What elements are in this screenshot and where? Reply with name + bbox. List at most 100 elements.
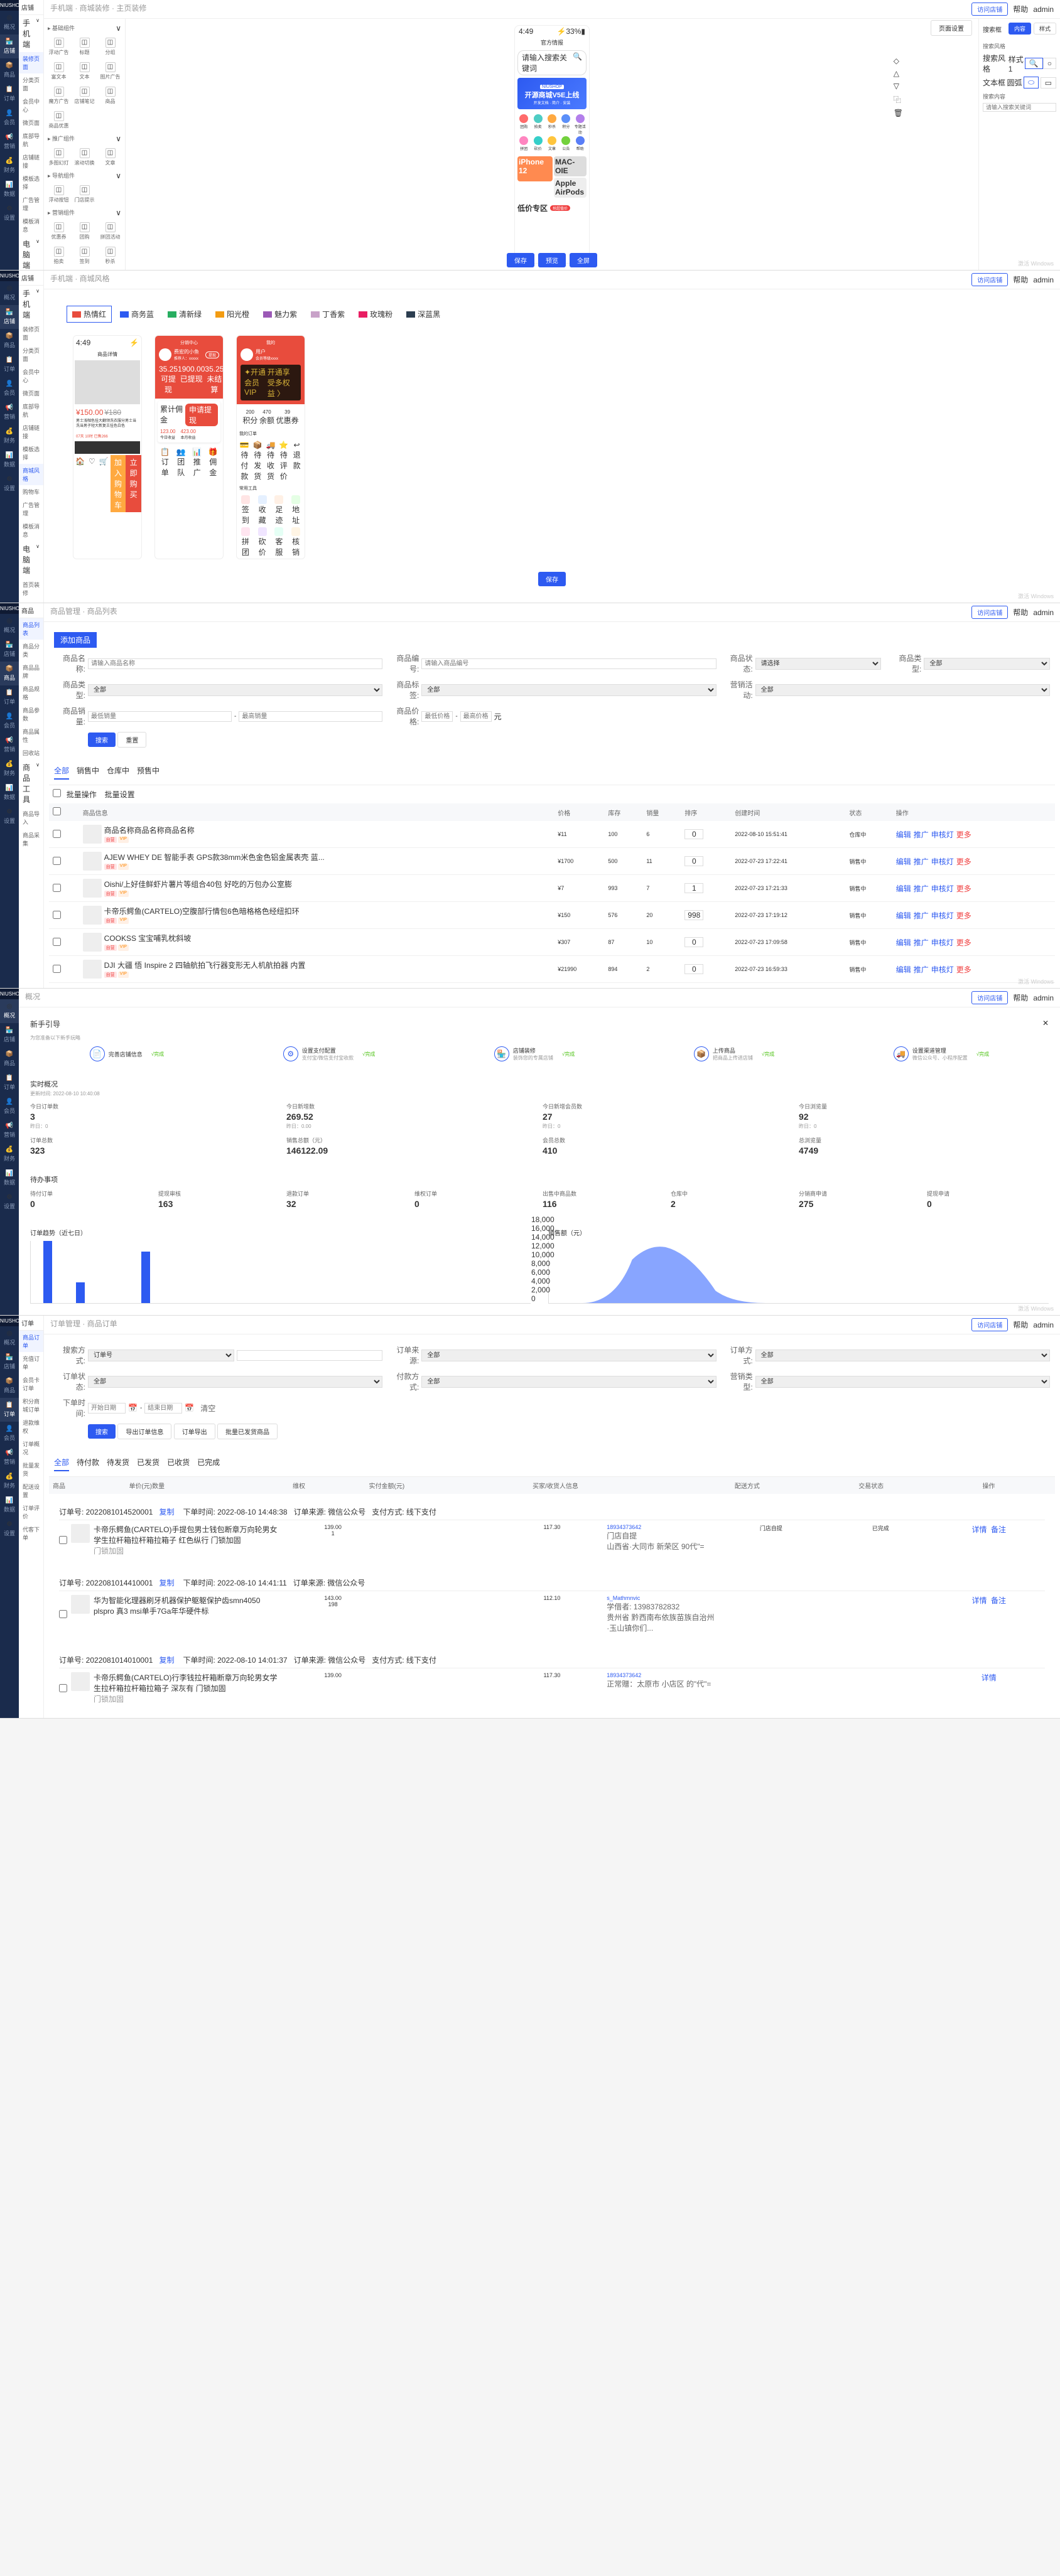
sidebar-item-7[interactable]: 📊数据 xyxy=(0,178,19,201)
guide-step[interactable]: 🚚设置渠道管理微信公众号、小程序配置√完成 xyxy=(894,1046,989,1061)
phone-search[interactable]: 请输入搜索关键词🔍 xyxy=(517,50,587,75)
nav-icon[interactable]: 拍卖 xyxy=(531,114,544,135)
order-action[interactable]: 详情 xyxy=(971,1596,987,1605)
sidebar-item-4[interactable]: 👤会员 xyxy=(0,377,19,400)
todo-item[interactable]: 分销商申请275 xyxy=(799,1189,921,1210)
action-更多[interactable]: 更多 xyxy=(956,911,971,920)
component-item[interactable]: ◫门店提示 xyxy=(72,183,97,206)
todo-item[interactable]: 提现审核163 xyxy=(158,1189,280,1210)
table-tab[interactable]: 预售中 xyxy=(137,763,160,780)
sidebar-item-5[interactable]: 📢营销 xyxy=(0,400,19,424)
sidebar-item-6[interactable]: 💰财务 xyxy=(0,1469,19,1493)
sidebar-item-2[interactable]: 📦商品 xyxy=(0,1374,19,1398)
marketing-select[interactable]: 全部 xyxy=(755,684,1050,696)
move-down-icon[interactable]: ▽ xyxy=(894,82,903,90)
sub-item[interactable]: 模板消息 xyxy=(19,520,43,541)
sidebar-item-0[interactable]: ◎概况 xyxy=(0,1326,19,1350)
order-action[interactable]: 备注 xyxy=(991,1596,1006,1605)
component-item[interactable]: ◫富文本 xyxy=(46,60,71,83)
label-select[interactable]: 全部 xyxy=(421,684,716,696)
visit-shop-button[interactable]: 访问店铺 xyxy=(971,991,1008,1004)
sidebar-item-1[interactable]: 🏪店铺 xyxy=(0,638,19,662)
help-link[interactable]: 帮助 xyxy=(1013,1319,1028,1330)
search-style-icon[interactable]: ○ xyxy=(1043,58,1056,69)
todo-item[interactable]: 维权订单0 xyxy=(414,1189,536,1210)
sidebar-item-8[interactable]: ⚙设置 xyxy=(0,1190,19,1214)
nav-icon[interactable]: 秒杀 xyxy=(546,114,558,135)
phone-banner[interactable]: NIUSHOP 开源商城V5E上线 开发文档 · 简介 · 安装 xyxy=(517,78,587,109)
sub-item[interactable]: 商品订单 xyxy=(19,1331,43,1352)
sidebar-item-0[interactable]: ◎概况 xyxy=(0,999,19,1023)
sidebar-item-3[interactable]: 📋订单 xyxy=(0,353,19,377)
todo-item[interactable]: 仓库中2 xyxy=(671,1189,792,1210)
sub-item[interactable]: 模板消息 xyxy=(19,215,43,236)
sub-item[interactable]: 订单概况 xyxy=(19,1437,43,1459)
component-item[interactable]: ◫团购 xyxy=(72,220,97,243)
sub-item[interactable]: 微页面 xyxy=(19,387,43,400)
search-input[interactable] xyxy=(237,1350,383,1361)
sidebar-item-8[interactable]: ⚙设置 xyxy=(0,472,19,496)
sub-item[interactable]: 会员中心 xyxy=(19,365,43,387)
sub-item[interactable]: 模板选择 xyxy=(19,443,43,464)
action-编辑[interactable]: 编辑 xyxy=(896,857,911,866)
sub-item[interactable]: 微页面 xyxy=(19,116,43,129)
order-checkbox[interactable] xyxy=(59,1524,67,1556)
save-button[interactable]: 保存 xyxy=(507,253,534,267)
sidebar-item-0[interactable]: ◎概况 xyxy=(0,11,19,35)
sidebar-item-5[interactable]: 📢营销 xyxy=(0,1119,19,1142)
group-pc[interactable]: 电脑端∨ xyxy=(19,236,43,273)
order-checkbox[interactable] xyxy=(59,1672,67,1704)
component-item[interactable]: ◫商品优惠 xyxy=(46,109,71,132)
action-编辑[interactable]: 编辑 xyxy=(896,911,911,920)
close-icon[interactable]: ✕ xyxy=(1042,1019,1049,1029)
bulk-action[interactable]: 批量操作 xyxy=(67,790,97,799)
ptype-select[interactable]: 全部 xyxy=(88,684,382,696)
template-tab[interactable]: 热情红 xyxy=(67,306,112,323)
action-编辑[interactable]: 编辑 xyxy=(896,884,911,893)
pay-select[interactable]: 全部 xyxy=(421,1376,716,1388)
sidebar-item-6[interactable]: 💰财务 xyxy=(0,757,19,781)
nav-icon[interactable]: 团购 xyxy=(517,114,530,135)
sidebar-item-2[interactable]: 📦商品 xyxy=(0,662,19,685)
sort-input[interactable] xyxy=(684,910,703,920)
sidebar-item-1[interactable]: 🏪店铺 xyxy=(0,305,19,329)
bulk-setting[interactable]: 批量设置 xyxy=(105,790,135,799)
component-item[interactable]: ◫魔方广告 xyxy=(46,84,71,107)
sidebar-item-1[interactable]: 🏪店铺 xyxy=(0,1350,19,1374)
sub-item[interactable]: 积分商城订单 xyxy=(19,1395,43,1416)
template-tab[interactable]: 深蓝黑 xyxy=(401,306,446,323)
sub-item[interactable]: 订单评价 xyxy=(19,1501,43,1523)
sub-item[interactable]: 模板选择 xyxy=(19,172,43,193)
sidebar-item-2[interactable]: 📦商品 xyxy=(0,58,19,82)
table-tab[interactable]: 全部 xyxy=(54,763,69,780)
copy-button[interactable]: 复制 xyxy=(159,1577,174,1588)
source-select[interactable]: 全部 xyxy=(421,1350,716,1361)
tab-content[interactable]: 内容 xyxy=(1009,23,1031,35)
action-申核灯[interactable]: 申核灯 xyxy=(931,965,954,974)
component-item[interactable]: ◫拍卖 xyxy=(46,244,71,267)
sub-item[interactable]: 充值订单 xyxy=(19,1352,43,1373)
action-推广[interactable]: 推广 xyxy=(914,911,929,920)
fullscreen-button[interactable]: 全屏 xyxy=(570,253,597,267)
search-style-icon[interactable]: 🔍 xyxy=(1025,58,1043,69)
guide-step[interactable]: 📄完善店铺信息√完成 xyxy=(90,1046,164,1061)
admin-menu[interactable]: admin xyxy=(1033,1321,1054,1329)
status-select[interactable]: 全部 xyxy=(88,1376,382,1388)
guide-step[interactable]: 🏪店铺装修装饰您的专属店铺√完成 xyxy=(494,1046,575,1061)
template-preview[interactable]: 4:49⚡ 商品详情 ¥150.00 ¥180 男士浅咖色挂大翻领洗衣服分男士当… xyxy=(73,335,142,559)
sidebar-item-4[interactable]: 👤会员 xyxy=(0,1095,19,1119)
component-item[interactable]: ◫分组 xyxy=(98,35,122,58)
sub-item[interactable]: 批量发货 xyxy=(19,1459,43,1480)
help-link[interactable]: 帮助 xyxy=(1013,992,1028,1003)
copy-button[interactable]: 复制 xyxy=(159,1506,174,1517)
search-placeholder-input[interactable] xyxy=(983,103,1056,112)
sub-item[interactable]: 会员卡订单 xyxy=(19,1373,43,1395)
shape-rect-icon[interactable]: ▭ xyxy=(1041,77,1056,89)
visit-shop-button[interactable]: 访问店铺 xyxy=(971,3,1008,16)
type-select[interactable]: 全部 xyxy=(755,1350,1050,1361)
date-end-input[interactable] xyxy=(144,1403,182,1414)
row-checkbox[interactable] xyxy=(53,965,61,973)
component-item[interactable]: ◫浮动按钮 xyxy=(46,183,71,206)
sidebar-item-4[interactable]: 👤会员 xyxy=(0,1422,19,1446)
sub-item[interactable]: 回收站 xyxy=(19,746,43,759)
